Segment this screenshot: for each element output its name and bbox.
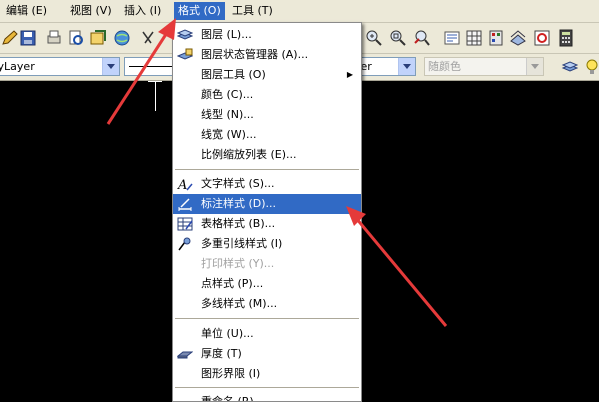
- menu-item-point-style[interactable]: 点样式 (P)...: [173, 274, 361, 294]
- menu-bar: 编辑 (E) 视图 (V) 插入 (I) 格式 (O) 工具 (T): [0, 0, 599, 23]
- lightbulb-icon[interactable]: [582, 57, 599, 77]
- zoom-window-icon[interactable]: [388, 28, 408, 48]
- tool-palettes-icon[interactable]: [486, 28, 506, 48]
- print-icon[interactable]: [44, 28, 64, 48]
- menu-item-scale-list[interactable]: 比例缩放列表 (E)...: [173, 145, 361, 165]
- menu-item-thickness[interactable]: 厚度 (T): [173, 344, 361, 364]
- layer-combo[interactable]: ByLayer: [0, 57, 120, 76]
- layers-icon[interactable]: [560, 57, 580, 77]
- menu-edit[interactable]: 编辑 (E): [2, 2, 51, 20]
- layer-combo-value: ByLayer: [0, 60, 35, 73]
- menu-item-drawing-limits[interactable]: 图形界限 (I): [173, 364, 361, 384]
- print-preview-icon[interactable]: [66, 28, 86, 48]
- chevron-down-icon[interactable]: [398, 58, 415, 75]
- globe-icon[interactable]: [112, 28, 132, 48]
- chevron-down-icon: [526, 58, 543, 75]
- menu-item-multileader-style[interactable]: 多重引线样式 (I): [173, 234, 361, 254]
- properties-icon[interactable]: [442, 28, 462, 48]
- menu-separator: [175, 318, 359, 319]
- menu-item-plot-style: 打印样式 (Y)...: [201, 257, 275, 270]
- zoom-realtime-icon[interactable]: [364, 28, 384, 48]
- menu-separator: [175, 169, 359, 170]
- menu-item-table-style[interactable]: 表格样式 (B)...: [173, 214, 361, 234]
- menu-format[interactable]: 格式 (O): [174, 2, 225, 20]
- design-center-icon[interactable]: [464, 28, 484, 48]
- menu-item-dimension-style[interactable]: 标注样式 (D)...: [173, 194, 361, 214]
- menu-item-linetype[interactable]: 线型 (N)...: [173, 105, 361, 125]
- menu-item-layer-state-manager[interactable]: 图层状态管理器 (A)...: [173, 45, 361, 65]
- color-combo: 随颜色: [424, 57, 544, 76]
- svg-text:A: A: [177, 178, 187, 192]
- menu-item-rename[interactable]: 重命名 (R)...: [173, 392, 361, 401]
- text-style-icon: A: [177, 176, 193, 193]
- linetype-preview: [129, 66, 173, 67]
- multileader-style-icon: [177, 236, 193, 252]
- pencil-icon[interactable]: [0, 28, 20, 48]
- cut-icon[interactable]: [138, 28, 158, 48]
- sheet-set-icon[interactable]: [508, 28, 528, 48]
- menu-tools[interactable]: 工具 (T): [228, 2, 277, 20]
- menu-view[interactable]: 视图 (V): [66, 2, 116, 20]
- layer-state-icon: [176, 47, 194, 63]
- linetype-combo[interactable]: [124, 57, 174, 76]
- calculator-icon[interactable]: [556, 28, 576, 48]
- publish-icon[interactable]: [88, 28, 108, 48]
- menu-insert[interactable]: 插入 (I): [120, 2, 165, 20]
- menu-item-multiline-style[interactable]: 多线样式 (M)...: [173, 294, 361, 314]
- chevron-down-icon[interactable]: [102, 58, 119, 75]
- menu-item-color[interactable]: 颜色 (C)...: [173, 85, 361, 105]
- menu-item-lineweight[interactable]: 线宽 (W)...: [173, 125, 361, 145]
- menu-separator: [175, 387, 359, 388]
- zoom-previous-icon[interactable]: [412, 28, 432, 48]
- menu-item-layer-tools[interactable]: 图层工具 (O) ▶: [173, 65, 361, 85]
- crosshair-cursor: [155, 81, 156, 111]
- menu-item-units[interactable]: 单位 (U)...: [173, 324, 361, 344]
- format-menu-dropdown: 图层 (L)... 图层状态管理器 (A)... 图层工具 (O) ▶ 颜色 (…: [172, 22, 362, 402]
- dimension-style-icon: [177, 196, 193, 212]
- menu-item-text-style[interactable]: A 文字样式 (S)...: [173, 174, 361, 194]
- layers-icon: [176, 27, 194, 43]
- save-icon[interactable]: [18, 28, 38, 48]
- thickness-icon: [176, 346, 194, 362]
- crosshair-cursor-h: [148, 81, 162, 82]
- color-combo-value: 随颜色: [428, 60, 461, 73]
- submenu-arrow-icon: ▶: [346, 70, 353, 79]
- menu-item-layer[interactable]: 图层 (L)...: [173, 25, 361, 45]
- table-style-icon: [177, 216, 193, 232]
- markup-icon[interactable]: [532, 28, 552, 48]
